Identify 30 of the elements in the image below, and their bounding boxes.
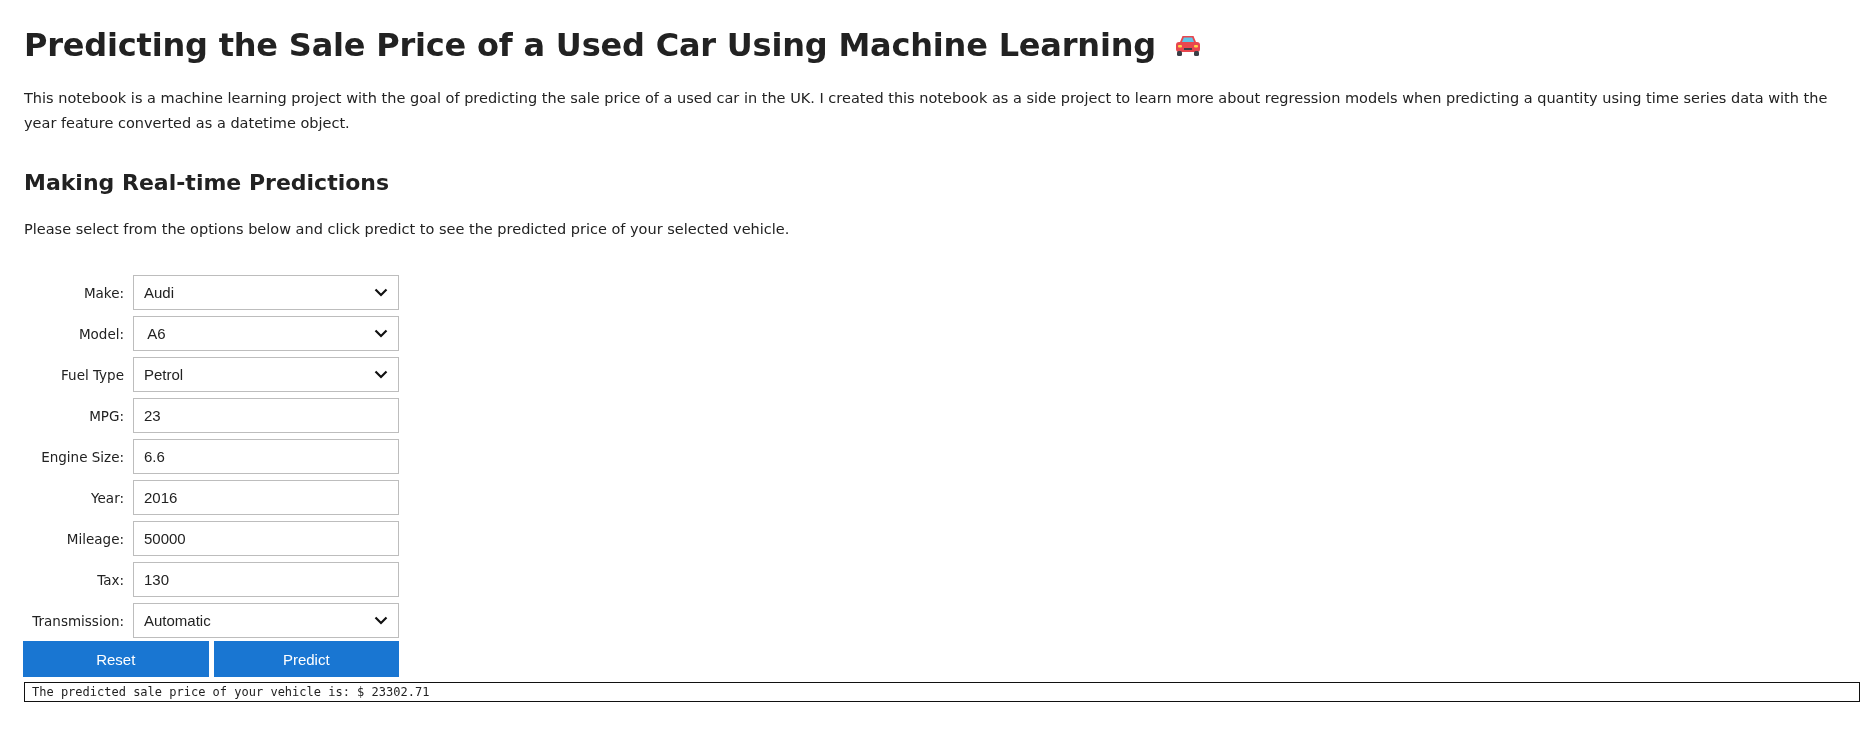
chevron-down-icon <box>374 329 388 338</box>
field-label: Mileage: <box>65 530 125 547</box>
input-field[interactable]: 2016 <box>133 480 399 515</box>
field-label: Tax: <box>96 571 125 588</box>
input-field[interactable]: 130 <box>133 562 399 597</box>
field-label: Model: <box>77 325 125 342</box>
dropdown[interactable]: Audi <box>133 275 399 310</box>
input-field[interactable]: 6.6 <box>133 439 399 474</box>
form-button[interactable]: Reset <box>23 641 209 677</box>
chevron-down-icon <box>374 370 388 379</box>
field-label: Make: <box>82 284 125 301</box>
dropdown[interactable]: A6 <box>133 316 399 351</box>
chevron-down-icon <box>374 616 388 625</box>
field-label: MPG: <box>88 407 125 424</box>
page-title: Predicting the Sale Price of a Used Car Using Machine Learning <box>24 26 1156 64</box>
intro-paragraph: This notebook is a machine learning project with the goal of predicting the sale price of a used car in the UK. I created this notebook as a side project to learn more about regression models when predicting a quantity using time series data with the year feature converted as a datetime object. <box>24 89 1829 133</box>
car-icon <box>1173 33 1202 57</box>
field-label: Year: <box>90 489 125 506</box>
field-label: Engine Size: <box>40 448 125 465</box>
section-heading: Making Real-time Predictions <box>24 170 391 195</box>
input-field[interactable]: 23 <box>133 398 399 433</box>
instructions-text: Please select from the options below and click predict to see the predicted price of your selected vehicle. <box>24 220 791 239</box>
field-label: Transmission: <box>31 612 125 629</box>
field-label: Fuel Type <box>60 366 125 383</box>
dropdown[interactable]: Automatic <box>133 603 399 638</box>
input-field[interactable]: 50000 <box>133 521 399 556</box>
output-text: The predicted sale price of your vehicle is: $ 23302.71 <box>24 682 1860 702</box>
form-button[interactable]: Predict <box>213 641 399 677</box>
dropdown[interactable]: Petrol <box>133 357 399 392</box>
chevron-down-icon <box>374 288 388 297</box>
